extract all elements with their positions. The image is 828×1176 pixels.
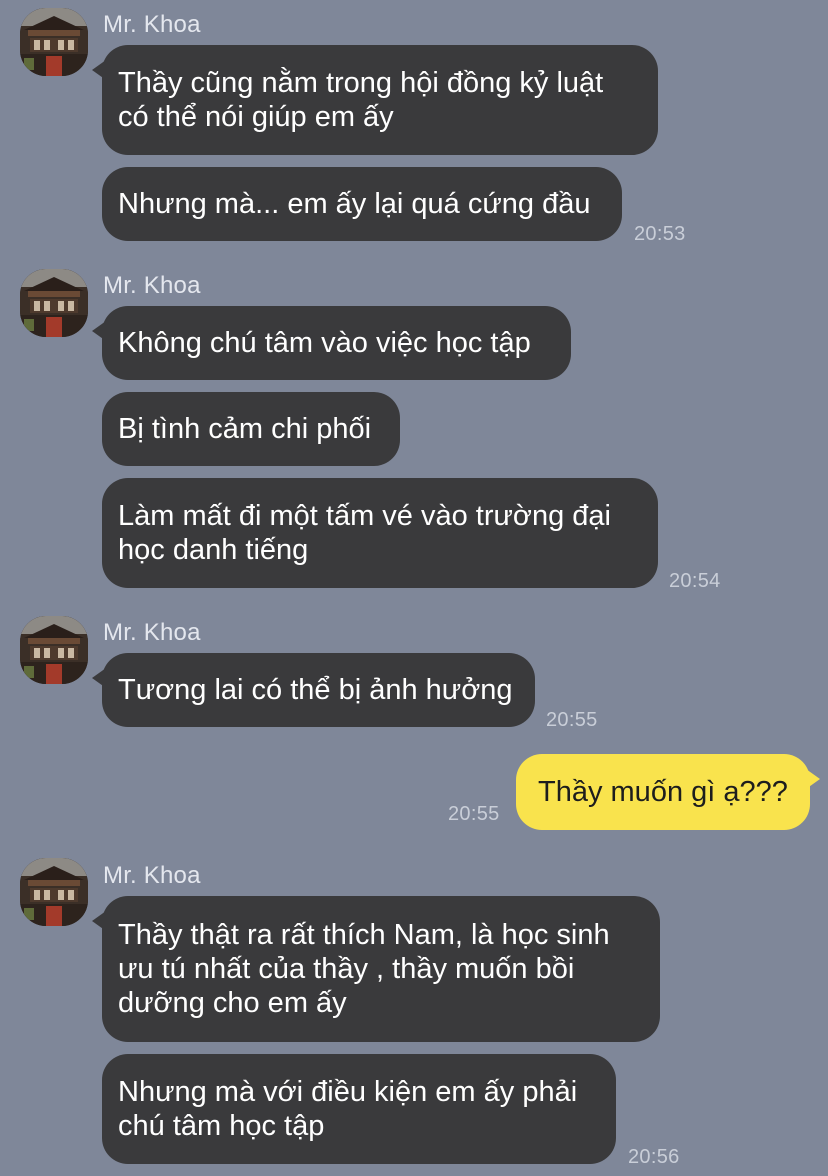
message-group: Mr. Khoa Thầy cũng nằm trong hội đồng kỷ… — [0, 0, 828, 250]
timestamp: 20:54 — [669, 570, 721, 592]
avatar-image — [20, 8, 88, 76]
avatar-image — [20, 858, 88, 926]
message-group: Mr. Khoa Không chú tâm vào việc học tập … — [0, 260, 828, 600]
bubble-tail — [806, 769, 820, 789]
message-bubble[interactable]: Nhưng mà với điều kiện em ấy phải chú tâ… — [102, 1054, 616, 1164]
chat-thread: Mr. Khoa Thầy cũng nằm trong hội đồng kỷ… — [0, 0, 828, 1176]
timestamp: 20:53 — [634, 223, 686, 245]
message-bubble[interactable]: Thầy thật ra rất thích Nam, là học sinh … — [102, 896, 660, 1042]
avatar[interactable] — [20, 8, 88, 76]
avatar[interactable] — [20, 858, 88, 926]
message-group: Mr. Khoa Thầy thật ra rất thích Nam, là … — [0, 850, 828, 1176]
timestamp: 20:55 — [448, 803, 500, 825]
message-bubble[interactable]: Bị tình cảm chi phối — [102, 392, 400, 466]
timestamp: 20:55 — [546, 709, 598, 731]
message-bubble[interactable]: Làm mất đi một tấm vé vào trường đại học… — [102, 478, 658, 588]
avatar[interactable] — [20, 616, 88, 684]
timestamp: 20:56 — [628, 1146, 680, 1168]
sender-name: Mr. Khoa — [103, 862, 201, 889]
message-bubble[interactable]: Thầy cũng nằm trong hội đồng kỷ luật có … — [102, 45, 658, 155]
message-bubble[interactable]: Tương lai có thể bị ảnh hưởng — [102, 653, 535, 727]
message-group-outgoing: 20:55 Thầy muốn gì ạ??? — [0, 745, 828, 840]
avatar-image — [20, 616, 88, 684]
message-bubble-outgoing[interactable]: Thầy muốn gì ạ??? — [516, 754, 810, 830]
avatar-image — [20, 269, 88, 337]
message-bubble[interactable]: Nhưng mà... em ấy lại quá cứng đầu — [102, 167, 622, 241]
avatar[interactable] — [20, 269, 88, 337]
message-group: Mr. Khoa Tương lai có thể bị ảnh hưởng 2… — [0, 607, 828, 732]
sender-name: Mr. Khoa — [103, 11, 201, 38]
sender-name: Mr. Khoa — [103, 619, 201, 646]
sender-name: Mr. Khoa — [103, 272, 201, 299]
message-bubble[interactable]: Không chú tâm vào việc học tập — [102, 306, 571, 380]
